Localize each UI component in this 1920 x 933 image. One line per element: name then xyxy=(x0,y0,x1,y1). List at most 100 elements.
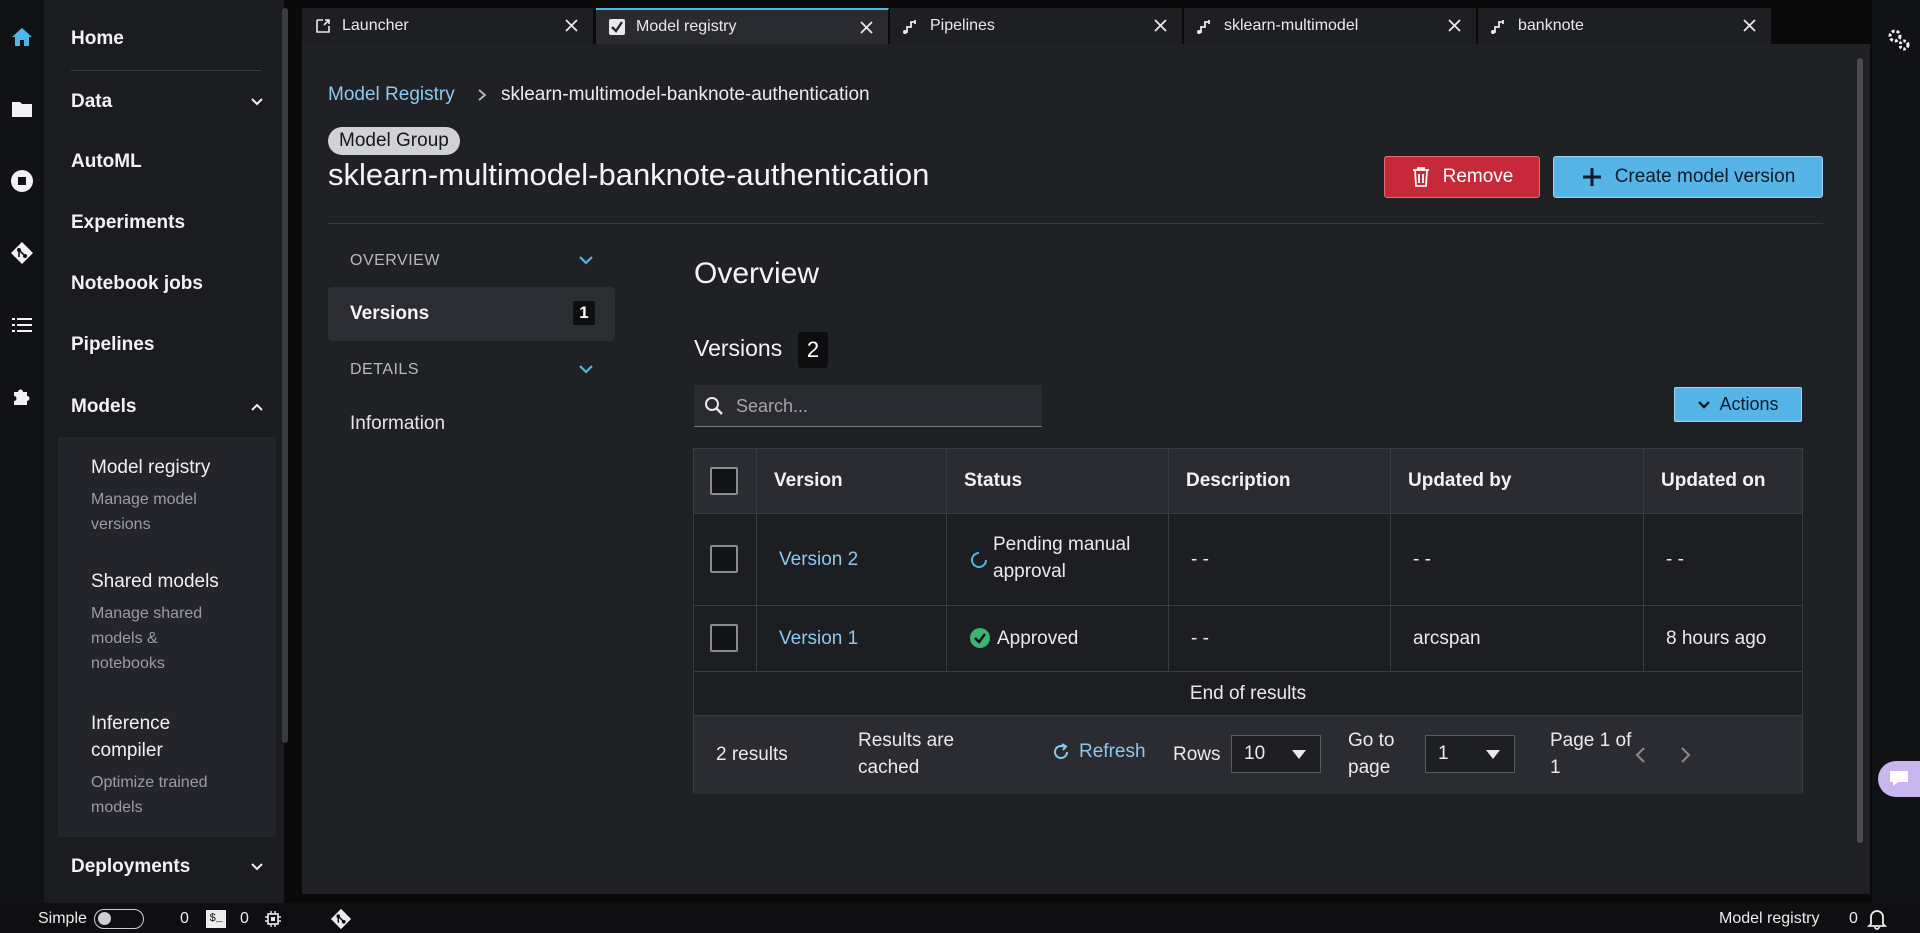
select-value: 1 xyxy=(1438,743,1449,764)
submenu-inference-compiler[interactable]: Inference compiler xyxy=(91,710,211,764)
sidebar-item-notebook-jobs[interactable]: Notebook jobs xyxy=(71,273,264,295)
create-model-version-button[interactable]: Create model version xyxy=(1553,156,1823,198)
rows-per-page-select[interactable]: 10 xyxy=(1231,735,1321,773)
row-checkbox[interactable] xyxy=(710,624,738,652)
sidebar-item-label: Notebook jobs xyxy=(71,273,203,294)
actions-button[interactable]: Actions xyxy=(1674,387,1802,422)
breadcrumb-model-registry[interactable]: Model Registry xyxy=(328,84,455,106)
close-icon[interactable] xyxy=(1742,18,1757,33)
previous-page-icon[interactable] xyxy=(1634,746,1648,764)
version-link[interactable]: Version 1 xyxy=(779,625,858,652)
breadcrumb-current: sklearn-multimodel-banknote-authenticati… xyxy=(501,84,870,105)
tab-label: Pipelines xyxy=(930,17,995,34)
version-link[interactable]: Version 2 xyxy=(779,546,858,573)
search-field[interactable] xyxy=(694,385,1042,427)
nav-overview-heading[interactable]: OVERVIEW xyxy=(350,252,440,270)
kernel-count: 0 xyxy=(180,910,189,927)
chevron-up-icon xyxy=(251,403,263,411)
submenu-shared-models[interactable]: Shared models xyxy=(91,571,219,593)
terminal-icon[interactable]: $_ xyxy=(206,910,226,928)
sidebar-item-experiments[interactable]: Experiments xyxy=(71,212,264,234)
tab-pipelines[interactable]: Pipelines xyxy=(890,8,1183,44)
select-all-checkbox[interactable] xyxy=(710,467,738,495)
sidebar-item-label: Pipelines xyxy=(71,334,155,355)
nav-details-heading[interactable]: DETAILS xyxy=(350,361,419,379)
chevron-down-icon[interactable] xyxy=(577,362,595,376)
sidebar-item-label: Experiments xyxy=(71,212,186,233)
cpu-icon[interactable] xyxy=(264,910,282,928)
goto-label: Go to xyxy=(1348,730,1395,751)
sidebar-item-models[interactable]: Models xyxy=(71,396,264,418)
chat-icon xyxy=(1890,771,1908,786)
refresh-icon xyxy=(1054,743,1068,759)
sidebar-scrollbar[interactable] xyxy=(282,8,288,743)
sidebar-item-home[interactable]: Home xyxy=(71,28,264,50)
column-header-status[interactable]: Status xyxy=(964,470,1022,492)
close-icon[interactable] xyxy=(1153,18,1168,33)
page-of-text: 1 xyxy=(1550,757,1561,778)
sidebar-item-label: Home xyxy=(71,28,124,49)
close-icon[interactable] xyxy=(1447,18,1462,33)
pipeline-icon xyxy=(1197,20,1210,34)
home-icon[interactable] xyxy=(8,23,36,51)
updated-on-cell: - - xyxy=(1666,549,1684,570)
page-title: sklearn-multimodel-banknote-authenticati… xyxy=(328,157,930,192)
models-submenu: Model registry Manage model versions Sha… xyxy=(58,437,276,837)
folder-icon[interactable] xyxy=(8,95,36,123)
button-label: Refresh xyxy=(1079,741,1146,762)
remove-button[interactable]: Remove xyxy=(1384,156,1540,198)
end-of-results: End of results xyxy=(694,672,1802,716)
status-bar: Simple 0 $_ 0 Model registry 0 xyxy=(0,903,1920,933)
sidebar: Home Data AutoML Experiments Notebook jo… xyxy=(44,0,284,903)
chevron-down-icon xyxy=(251,98,263,106)
column-header-version[interactable]: Version xyxy=(774,470,843,492)
column-header-updated-by[interactable]: Updated by xyxy=(1408,470,1511,492)
count-badge: 1 xyxy=(573,301,595,325)
description-cell: - - xyxy=(1191,549,1209,570)
gears-icon[interactable] xyxy=(1886,26,1912,52)
tab-launcher[interactable]: Launcher xyxy=(302,8,594,44)
submenu-model-registry[interactable]: Model registry xyxy=(91,457,210,479)
sidebar-item-data[interactable]: Data xyxy=(71,91,264,113)
versions-heading: Versions xyxy=(694,335,783,361)
feedback-chat-button[interactable] xyxy=(1878,761,1920,797)
simple-mode-toggle[interactable] xyxy=(94,909,144,929)
bell-icon[interactable] xyxy=(1867,908,1887,930)
tab-sklearn-multimodel[interactable]: sklearn-multimodel xyxy=(1184,8,1477,44)
close-icon[interactable] xyxy=(859,20,874,35)
puzzle-icon[interactable] xyxy=(8,383,36,411)
sidebar-item-pipelines[interactable]: Pipelines xyxy=(71,334,264,356)
sidebar-item-label: Models xyxy=(71,396,137,417)
search-input[interactable] xyxy=(736,393,1026,419)
results-count: 2 results xyxy=(716,744,788,765)
nav-item-versions[interactable]: Versions 1 xyxy=(328,287,615,341)
tab-model-registry[interactable]: Model registry xyxy=(596,8,889,44)
tab-banknote[interactable]: banknote xyxy=(1478,8,1772,44)
submenu-description: Manage shared models & notebooks xyxy=(91,605,203,672)
nav-item-information[interactable]: Information xyxy=(350,413,445,435)
main-scrollbar[interactable] xyxy=(1857,58,1863,843)
chevron-down-icon[interactable] xyxy=(577,253,595,267)
sidebar-item-label: Data xyxy=(71,91,113,112)
refresh-button[interactable]: Refresh xyxy=(1051,741,1146,763)
git-icon[interactable] xyxy=(8,239,36,267)
plus-icon xyxy=(1582,168,1601,186)
git-icon[interactable] xyxy=(330,908,352,930)
row-checkbox[interactable] xyxy=(710,545,738,573)
description-cell: - - xyxy=(1191,628,1209,649)
sidebar-item-deployments[interactable]: Deployments xyxy=(71,856,264,878)
sidebar-item-label: AutoML xyxy=(71,151,142,172)
pipeline-icon xyxy=(903,20,916,34)
versions-table: Version Status Description Updated by Up… xyxy=(693,448,1803,794)
column-header-updated-on[interactable]: Updated on xyxy=(1661,470,1766,492)
chevron-down-icon xyxy=(1698,400,1711,409)
close-icon[interactable] xyxy=(564,18,579,33)
sidebar-item-automl[interactable]: AutoML xyxy=(71,151,264,173)
page-select[interactable]: 1 xyxy=(1425,735,1515,773)
next-page-icon[interactable] xyxy=(1678,746,1692,764)
checkbox-icon xyxy=(609,19,625,35)
list-icon[interactable] xyxy=(8,311,36,339)
nav-item-label: Versions xyxy=(350,303,430,324)
column-header-description[interactable]: Description xyxy=(1186,470,1291,492)
stop-icon[interactable] xyxy=(8,167,36,195)
